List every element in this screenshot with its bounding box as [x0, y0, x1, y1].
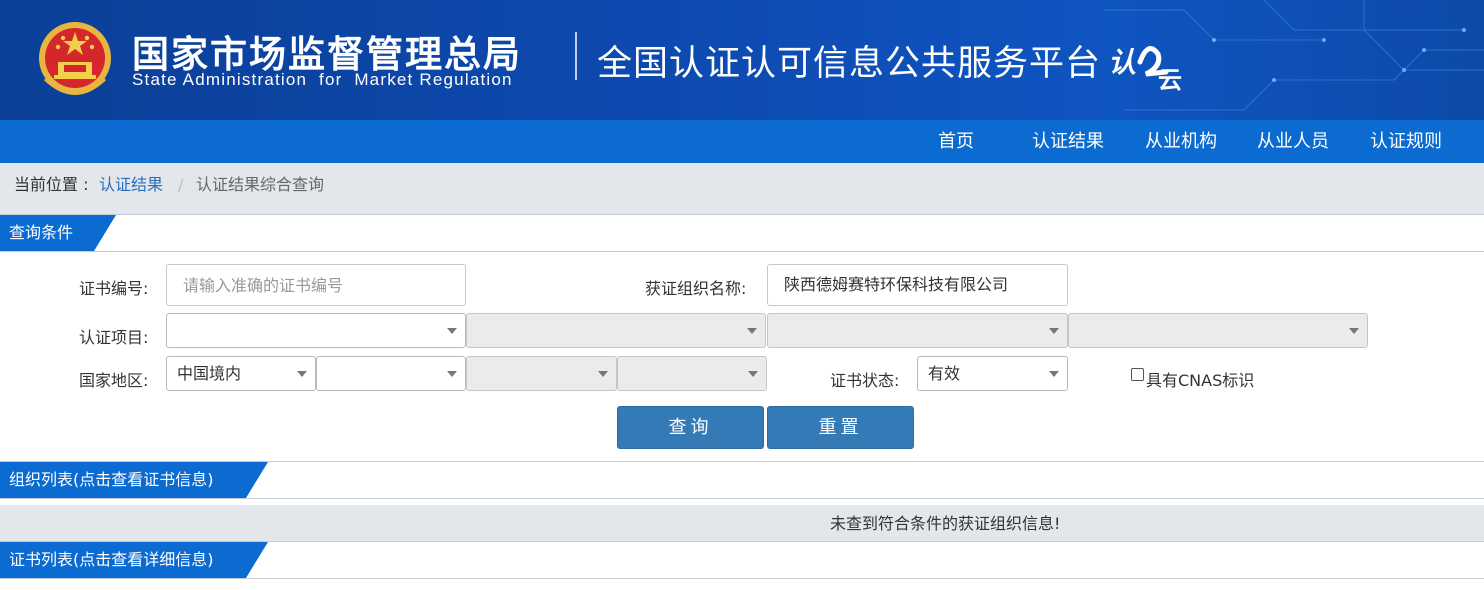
nav-item-institutions[interactable]: 从业机构 — [1145, 120, 1217, 163]
org-list-section-header: 组织列表(点击查看证书信息) — [0, 461, 1484, 499]
status-select-value: 有效 — [928, 364, 961, 383]
chevron-down-icon — [447, 371, 457, 377]
query-section-title: 查询条件 — [9, 223, 74, 242]
query-section-header: 查询条件 — [0, 214, 1484, 252]
status-select[interactable]: 有效 — [917, 356, 1068, 391]
breadcrumb-current: 认证结果综合查询 — [196, 175, 325, 194]
breadcrumb-link-cert-results[interactable]: 认证结果 — [99, 163, 163, 207]
breadcrumb: 当前位置 : 认证结果 / 认证结果综合查询 — [0, 163, 1484, 215]
site-banner: 国家市场监督管理总局 State Administration for Mark… — [0, 0, 1484, 120]
nav-item-cert-results[interactable]: 认证结果 — [1032, 120, 1104, 163]
region-select-4 — [617, 356, 767, 391]
chevron-down-icon — [447, 328, 457, 334]
project-select-1[interactable] — [166, 313, 466, 348]
region-select-3 — [466, 356, 617, 391]
breadcrumb-separator: / — [178, 175, 184, 194]
title-divider — [575, 32, 577, 80]
chevron-down-icon — [1049, 371, 1059, 377]
main-nav: 首页 认证结果 从业机构 从业人员 认证规则 — [0, 120, 1484, 163]
query-section-tab: 查询条件 — [0, 215, 116, 251]
org-name-label: 获证组织名称: — [645, 279, 747, 298]
chevron-down-icon — [1349, 328, 1359, 334]
cert-list-section-title: 证书列表(点击查看详细信息) — [9, 550, 214, 569]
nav-item-personnel[interactable]: 从业人员 — [1257, 120, 1329, 163]
org-name-input[interactable]: 陕西德姆赛特环保科技有限公司 — [767, 264, 1068, 306]
reset-button[interactable]: 重置 — [767, 406, 914, 449]
cnas-checkbox[interactable] — [1131, 368, 1144, 381]
nav-item-cert-rules[interactable]: 认证规则 — [1370, 120, 1442, 163]
chevron-down-icon — [748, 371, 758, 377]
org-list-empty-message: 未查到符合条件的获证组织信息! — [830, 514, 1061, 533]
search-button[interactable]: 查询 — [617, 406, 764, 449]
org-list-empty-row: 未查到符合条件的获证组织信息! — [0, 505, 1484, 542]
org-list-section-tab: 组织列表(点击查看证书信息) — [0, 462, 268, 498]
status-label: 证书状态: — [830, 371, 900, 390]
org-list-section-title: 组织列表(点击查看证书信息) — [9, 470, 214, 489]
cert-list-section-header: 证书列表(点击查看详细信息) — [0, 541, 1484, 579]
region-select-1[interactable]: 中国境内 — [166, 356, 316, 391]
region-select-2[interactable] — [316, 356, 466, 391]
chevron-down-icon — [747, 328, 757, 334]
project-select-2 — [466, 313, 766, 348]
agency-name-en: State Administration for Market Regulati… — [132, 70, 513, 89]
chevron-down-icon — [297, 371, 307, 377]
svg-text:云: 云 — [1158, 66, 1182, 92]
project-select-3 — [767, 313, 1068, 348]
svg-text:认: 认 — [1108, 46, 1136, 79]
chevron-down-icon — [598, 371, 608, 377]
project-label: 认证项目: — [79, 328, 149, 347]
cert-list-section-tab: 证书列表(点击查看详细信息) — [0, 542, 268, 578]
breadcrumb-label: 当前位置 : — [14, 175, 89, 194]
region-label: 国家地区: — [79, 371, 149, 390]
cnas-label: 具有CNAS标识 — [1146, 371, 1255, 390]
nav-item-home[interactable]: 首页 — [938, 120, 974, 163]
project-select-4 — [1068, 313, 1368, 348]
cert-no-input[interactable] — [166, 264, 466, 306]
national-emblem-icon — [39, 22, 111, 95]
cert-no-label: 证书编号: — [79, 279, 149, 298]
platform-title: 全国认证认可信息公共服务平台 — [597, 44, 1102, 84]
chevron-down-icon — [1049, 328, 1059, 334]
region-select-1-value: 中国境内 — [177, 364, 242, 383]
renyun-logo: 认云 认 云 — [1108, 46, 1182, 92]
